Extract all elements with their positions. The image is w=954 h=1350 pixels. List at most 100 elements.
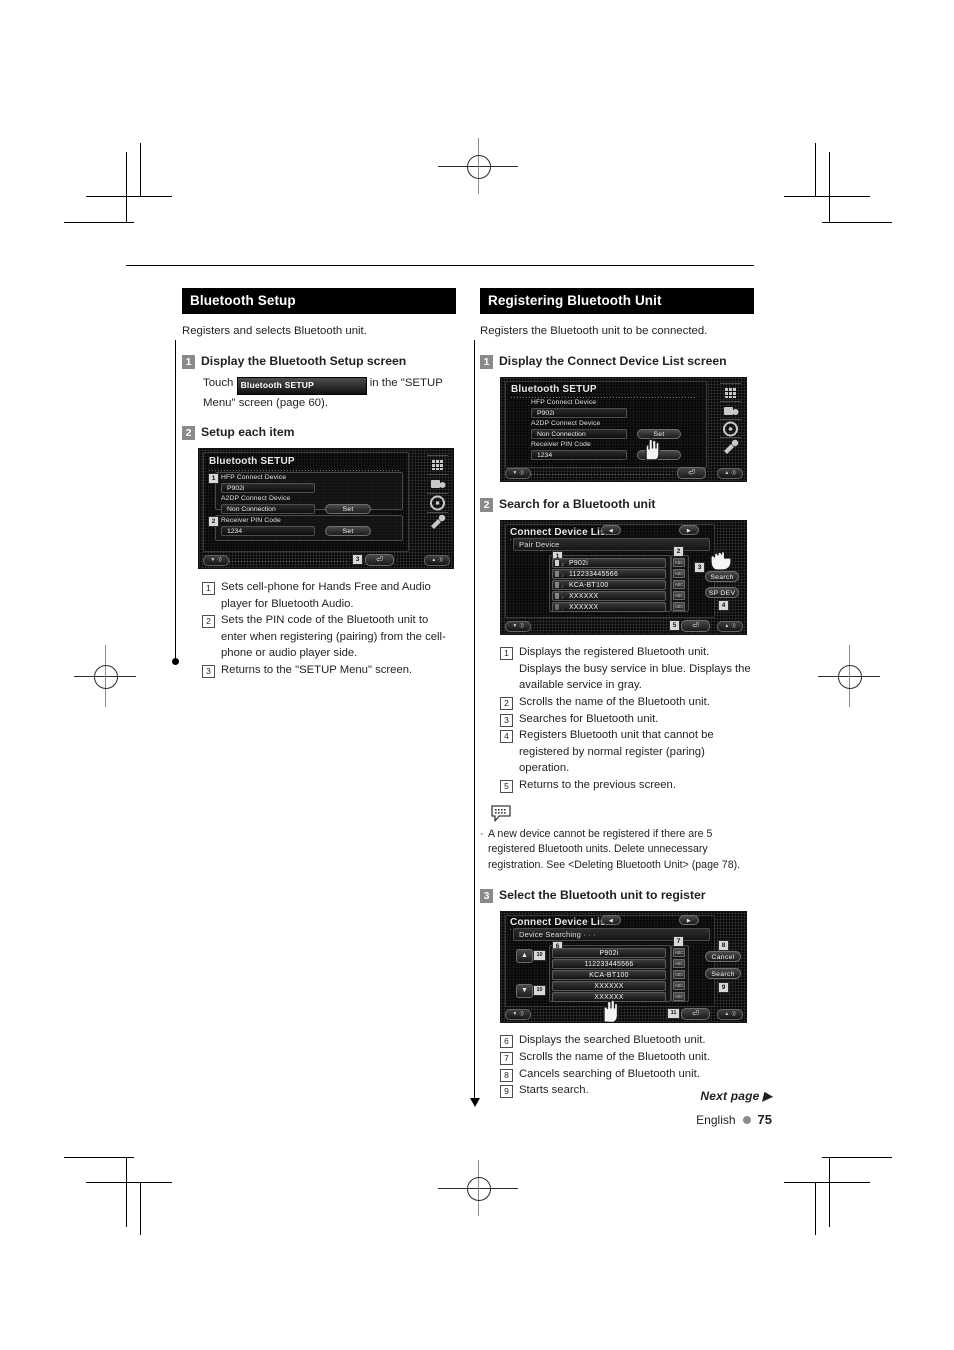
device-scroll-up-button[interactable]: ▲ bbox=[516, 949, 533, 964]
disc-icon[interactable] bbox=[720, 418, 741, 438]
device-list-item[interactable]: XXXXXX bbox=[552, 981, 666, 992]
crop-mark-tr-v2 bbox=[829, 152, 830, 222]
device-scroll-cell[interactable]: ABC bbox=[673, 591, 685, 601]
device-volume-down-button[interactable]: ▼ ·)) bbox=[505, 1009, 531, 1021]
source-grid-icon[interactable] bbox=[427, 455, 448, 474]
device-scroll-cell[interactable]: ABC bbox=[673, 602, 685, 612]
numbered-note-row: 2 Sets the PIN code of the Bluetooth uni… bbox=[202, 612, 456, 662]
numbered-note-row: 6 Displays the searched Bluetooth unit. bbox=[500, 1032, 754, 1049]
device-volume-up-button[interactable]: ▲ ·)) bbox=[424, 555, 450, 567]
device-prev-page-button[interactable]: ◀ bbox=[601, 525, 621, 536]
device-callout-5: 5 bbox=[669, 620, 680, 632]
device-set-button-a2dp[interactable]: Set bbox=[637, 428, 681, 439]
source-grid-icon[interactable] bbox=[720, 382, 741, 402]
device-list-item[interactable]: KCA-BT100 bbox=[552, 970, 666, 981]
numbered-note-row: 1 Displays the registered Bluetooth unit… bbox=[500, 644, 754, 694]
next-page-arrow-icon: ▶ bbox=[762, 1089, 772, 1103]
crop-mark-br-h bbox=[784, 1182, 870, 1183]
svg-text:♪: ♪ bbox=[561, 584, 564, 590]
device-screenshot-bluetooth-setup-touch: Bluetooth SETUP HFP Connect Device P902i… bbox=[500, 376, 747, 482]
numbered-note-row: 2 Scrolls the name of the Bluetooth unit… bbox=[500, 694, 754, 711]
device-set-button-pin[interactable] bbox=[637, 449, 681, 460]
device-search-button[interactable]: Search bbox=[705, 968, 741, 980]
device-field-a2dp-value: Non Connection bbox=[531, 428, 627, 439]
note-number: 7 bbox=[500, 1052, 513, 1066]
left-numbered-notes: 1 Sets cell-phone for Hands Free and Aud… bbox=[202, 579, 456, 679]
device-scroll-cell[interactable]: ABC bbox=[673, 948, 685, 958]
device-volume-down-button[interactable]: ▼ ·)) bbox=[505, 467, 531, 479]
device-return-button[interactable]: ⏎ bbox=[681, 620, 710, 633]
note-bullet: · bbox=[480, 827, 484, 840]
note-body: · A new device cannot be registered if t… bbox=[480, 827, 754, 875]
device-list-item[interactable]: 112233445566 bbox=[552, 959, 666, 970]
device-list-item[interactable]: 112233445566 bbox=[552, 569, 666, 580]
registration-mark-bottom bbox=[438, 1160, 518, 1216]
device-return-button[interactable]: ⏎ bbox=[681, 1008, 710, 1021]
device-volume-down-button[interactable]: ▼ ·)) bbox=[203, 555, 229, 567]
device-list-item[interactable]: XXXXXX bbox=[552, 992, 666, 1003]
device-list-item[interactable]: XXXXXX bbox=[552, 602, 666, 613]
step-title: Display the Connect Device List screen bbox=[499, 353, 727, 368]
device-scroll-down-button[interactable]: ▼ bbox=[516, 984, 533, 999]
device-scroll-cell[interactable]: ABC bbox=[673, 992, 685, 1002]
device-scroll-cell[interactable]: ABC bbox=[673, 569, 685, 579]
device-screenshot-bluetooth-setup: Bluetooth SETUP 1 HFP Connect Device P90… bbox=[198, 448, 454, 570]
note-text: Scrolls the name of the Bluetooth unit. bbox=[519, 1051, 710, 1064]
device-scroll-cell[interactable]: ABC bbox=[673, 580, 685, 590]
bluetooth-setup-inline-button[interactable]: Bluetooth SETUP bbox=[236, 376, 367, 395]
left-step-1: 1 Display the Bluetooth Setup screen bbox=[182, 354, 456, 369]
section-banner-registering-bluetooth-unit: Registering Bluetooth Unit bbox=[480, 288, 754, 315]
device-callout-3: 3 bbox=[694, 562, 705, 574]
device-prev-page-button[interactable]: ◀ bbox=[601, 915, 621, 926]
numbered-note-row: 7 Scrolls the name of the Bluetooth unit… bbox=[500, 1049, 754, 1066]
device-volume-up-button[interactable]: ▲ ·)) bbox=[717, 1009, 743, 1021]
device-set-button-pin[interactable]: Set bbox=[325, 526, 371, 537]
crop-mark-tl-h2 bbox=[64, 222, 134, 223]
device-scroll-cell[interactable]: ABC bbox=[673, 970, 685, 980]
device-sp-dev-button[interactable]: SP DEV bbox=[705, 587, 739, 599]
device-search-button[interactable]: Search bbox=[705, 571, 739, 583]
device-title-connect-device-list: Connect Device List bbox=[510, 527, 610, 539]
setup-wrench-icon[interactable] bbox=[427, 512, 448, 531]
step-number-badge: 2 bbox=[182, 425, 195, 440]
device-next-page-button[interactable]: ▶ bbox=[679, 525, 699, 536]
device-label-pin: Receiver PIN Code bbox=[531, 440, 591, 448]
setup-wrench-icon[interactable] bbox=[720, 436, 741, 456]
device-bottom-dotted-rule bbox=[531, 473, 671, 475]
device-list-item[interactable]: KCA-BT100 bbox=[552, 580, 666, 591]
av-source-icon[interactable] bbox=[427, 474, 448, 493]
device-volume-down-button[interactable]: ▼ ·)) bbox=[505, 621, 531, 633]
step-title: Select the Bluetooth unit to register bbox=[499, 888, 706, 903]
device-return-button[interactable]: ⏎ bbox=[365, 554, 394, 567]
av-source-icon[interactable] bbox=[720, 400, 741, 420]
device-field-hfp-value: P902i bbox=[221, 483, 315, 494]
device-callout-3: 3 bbox=[352, 554, 363, 566]
svg-text:♪: ♪ bbox=[561, 595, 564, 601]
device-field-pin-value: 1234 bbox=[531, 449, 627, 460]
device-scroll-cell[interactable]: ABC bbox=[673, 959, 685, 969]
disc-icon[interactable] bbox=[427, 493, 448, 512]
device-volume-up-button[interactable]: ▲ ·)) bbox=[717, 621, 743, 633]
device-set-button-a2dp[interactable]: Set bbox=[325, 504, 371, 515]
left-column: Bluetooth Setup Registers and selects Bl… bbox=[182, 288, 456, 679]
device-scroll-cell[interactable]: ABC bbox=[673, 981, 685, 991]
device-next-page-button[interactable]: ▶ bbox=[679, 915, 699, 926]
right-flow-arrow bbox=[470, 1098, 480, 1107]
crop-mark-tr-v bbox=[815, 143, 816, 196]
device-list-item[interactable]: XXXXXX bbox=[552, 591, 666, 602]
touch-word: Touch bbox=[203, 376, 234, 389]
device-callout-8: 8 bbox=[718, 940, 729, 952]
device-volume-up-button[interactable]: ▲ ·)) bbox=[717, 467, 743, 479]
device-screenshot-connect-device-list: Connect Device List ◀ ▶ Pair Device 1 P9… bbox=[500, 520, 747, 636]
device-callout-4: 4 bbox=[718, 600, 729, 612]
device-cancel-button[interactable]: Cancel bbox=[705, 951, 741, 963]
device-return-button[interactable]: ⏎ bbox=[677, 466, 706, 479]
crop-mark-bl-h bbox=[86, 1182, 172, 1183]
device-scroll-cell[interactable]: ABC bbox=[673, 558, 685, 568]
note-number: 3 bbox=[202, 665, 215, 679]
device-list-item[interactable]: P902i bbox=[552, 558, 666, 569]
device-list-item[interactable]: P902i bbox=[552, 948, 666, 959]
device-title-underline bbox=[209, 470, 399, 472]
device-callout-9: 9 bbox=[718, 982, 729, 994]
device-sidebar bbox=[424, 451, 452, 554]
